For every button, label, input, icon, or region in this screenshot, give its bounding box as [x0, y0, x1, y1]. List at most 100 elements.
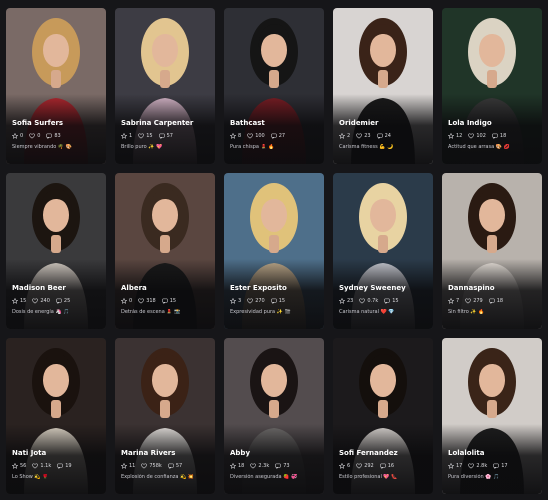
card-info: Abby 18 2.3k 73 Diversión asegurada 🍓 💞 — [230, 449, 320, 480]
stat-messages: 15 — [384, 298, 399, 304]
stat-messages: 19 — [57, 463, 72, 469]
star-icon — [12, 133, 18, 139]
character-description: Expresividad pura ✨ 🎬 — [230, 309, 291, 315]
card-info: Oridemier 2 23 24 Carisma fitness 💪 🌙 — [339, 119, 429, 150]
character-card-4[interactable]: Oridemier 2 23 24 Carisma fitness 💪 🌙 — [333, 8, 433, 164]
character-card-10[interactable]: Dannaspino 7 279 18 Sin filtro ✨ 🔥 — [442, 173, 542, 329]
stat-stars-value: 12 — [456, 133, 463, 139]
stat-messages-value: 73 — [283, 463, 290, 469]
stat-messages-value: 57 — [166, 133, 173, 139]
stat-stars-value: 3 — [238, 298, 242, 304]
character-card-11[interactable]: Nati Jota 56 1.1k 19 Lo Show 💫 🌹 — [6, 338, 106, 494]
character-card-9[interactable]: Sydney Sweeney 23 0.7k 15 Carisma natura… — [333, 173, 433, 329]
stat-stars: 56 — [12, 463, 26, 469]
stat-messages-value: 57 — [175, 463, 183, 469]
character-description: Diversión asegurada 🍓 💞 — [230, 474, 298, 480]
stat-messages: 57 — [168, 463, 182, 469]
character-name: Albera — [121, 284, 147, 292]
stat-stars: 0 — [121, 298, 132, 304]
character-card-2[interactable]: Sabrina Carpenter 1 15 57 Brillo puro ✨ … — [115, 8, 215, 164]
character-stats: 3 270 15 — [230, 298, 320, 304]
chat-icon — [275, 463, 281, 469]
stat-messages-value: 25 — [63, 298, 71, 304]
card-info: Sabrina Carpenter 1 15 57 Brillo puro ✨ … — [121, 119, 211, 150]
character-card-14[interactable]: Sofi Fernandez 6 292 16 Estilo profesion… — [333, 338, 433, 494]
card-info: Sydney Sweeney 23 0.7k 15 Carisma natura… — [339, 284, 429, 315]
stat-messages-value: 24 — [384, 133, 391, 139]
heart-icon — [468, 463, 475, 469]
character-card-6[interactable]: Madison Beer 15 240 25 Dosis de energía … — [6, 173, 106, 329]
character-stats: 23 0.7k 15 — [339, 298, 429, 304]
character-stats: 11 758k 57 — [121, 463, 211, 469]
stat-likes-value: 2.3k — [258, 463, 270, 469]
stat-stars: 18 — [230, 463, 244, 469]
card-info: Ester Exposito 3 270 15 Expresividad pur… — [230, 284, 320, 315]
stat-likes: 1.1k — [32, 463, 51, 469]
stat-messages-value: 15 — [278, 298, 286, 304]
stat-stars-value: 18 — [238, 463, 245, 469]
heart-icon — [250, 463, 257, 469]
star-icon — [339, 133, 345, 139]
heart-icon — [32, 298, 39, 304]
character-card-1[interactable]: Sofia Surfers 0 0 83 Siempre vibrando 🌴 … — [6, 8, 106, 164]
character-name: Bathcast — [230, 119, 265, 127]
stat-stars-value: 6 — [347, 463, 351, 469]
heart-icon — [247, 298, 253, 304]
stat-messages-value: 18 — [499, 133, 507, 139]
card-info: Sofia Surfers 0 0 83 Siempre vibrando 🌴 … — [12, 119, 102, 150]
character-description: Estilo profesional 💖 👠 — [339, 474, 398, 480]
star-icon — [339, 463, 345, 469]
stat-likes-value: 100 — [255, 133, 265, 139]
stat-likes-value: 0 — [37, 133, 41, 139]
character-description: Actitud que arrasa 🎨 💋 — [448, 144, 510, 150]
stat-stars: 17 — [448, 463, 462, 469]
character-card-8[interactable]: Ester Exposito 3 270 15 Expresividad pur… — [224, 173, 324, 329]
stat-stars-value: 7 — [456, 298, 460, 304]
character-card-5[interactable]: Lola Indigo 12 102 18 Actitud que arrasa… — [442, 8, 542, 164]
character-description: Lo Show 💫 🌹 — [12, 474, 49, 480]
stat-likes: 15 — [138, 133, 153, 139]
character-name: Abby — [230, 449, 251, 457]
stat-likes: 318 — [138, 298, 156, 304]
heart-icon — [32, 463, 39, 469]
star-icon — [121, 298, 127, 304]
character-stats: 0 0 83 — [12, 133, 102, 139]
character-card-15[interactable]: Lolalolita 17 2.8k 17 Pura diversión 🌸 🎵 — [442, 338, 542, 494]
stat-stars-value: 23 — [347, 298, 354, 304]
stat-likes: 0 — [29, 133, 40, 139]
stat-likes-value: 2.8k — [476, 463, 488, 469]
stat-likes: 270 — [247, 298, 265, 304]
stat-stars: 11 — [121, 463, 135, 469]
star-icon — [12, 298, 18, 304]
character-stats: 8 100 27 — [230, 133, 320, 139]
stat-likes: 2.8k — [468, 463, 487, 469]
star-icon — [448, 463, 454, 469]
character-card-3[interactable]: Bathcast 8 100 27 Pura chispa 💄 🔥 — [224, 8, 324, 164]
character-description: Explosión de confianza 💫 💥 — [121, 474, 195, 480]
stat-stars-value: 17 — [456, 463, 463, 469]
character-stats: 12 102 18 — [448, 133, 538, 139]
heart-icon — [468, 133, 475, 139]
character-name: Madison Beer — [12, 284, 66, 292]
stat-stars: 0 — [12, 133, 23, 139]
character-name: Lola Indigo — [448, 119, 492, 127]
stat-messages-value: 15 — [392, 298, 399, 304]
card-info: Lola Indigo 12 102 18 Actitud que arrasa… — [448, 119, 538, 150]
stat-messages: 18 — [492, 133, 506, 139]
chat-icon — [271, 298, 277, 304]
card-info: Nati Jota 56 1.1k 19 Lo Show 💫 🌹 — [12, 449, 102, 480]
character-card-13[interactable]: Abby 18 2.3k 73 Diversión asegurada 🍓 💞 — [224, 338, 324, 494]
character-description: Brillo puro ✨ 💖 — [121, 144, 163, 150]
character-card-12[interactable]: Marina Rivers 11 758k 57 Explosión de co… — [115, 338, 215, 494]
stat-likes-value: 23 — [364, 133, 371, 139]
chat-icon — [168, 463, 174, 469]
stat-stars: 6 — [339, 463, 350, 469]
character-stats: 1 15 57 — [121, 133, 211, 139]
stat-likes-value: 1.1k — [40, 463, 52, 469]
star-icon — [230, 298, 236, 304]
stat-stars: 7 — [448, 298, 459, 304]
character-card-7[interactable]: Albera 0 318 15 Detrás de escena 💄 📸 — [115, 173, 215, 329]
character-name: Nati Jota — [12, 449, 47, 457]
stat-likes-value: 15 — [146, 133, 153, 139]
stat-stars-value: 56 — [20, 463, 27, 469]
